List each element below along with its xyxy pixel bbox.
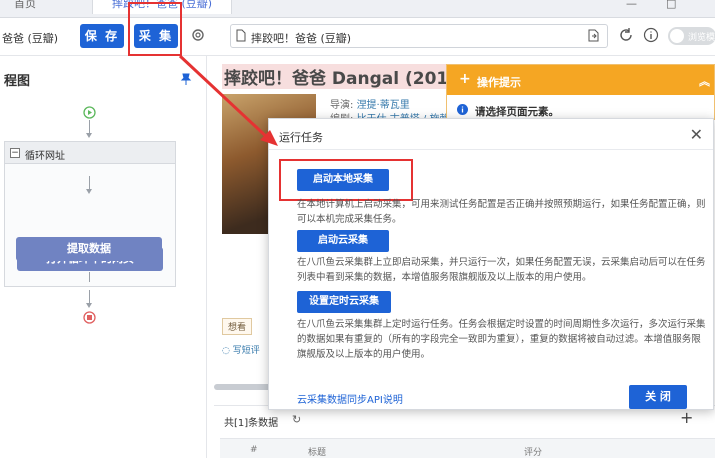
annotation-arrow [178,54,278,146]
